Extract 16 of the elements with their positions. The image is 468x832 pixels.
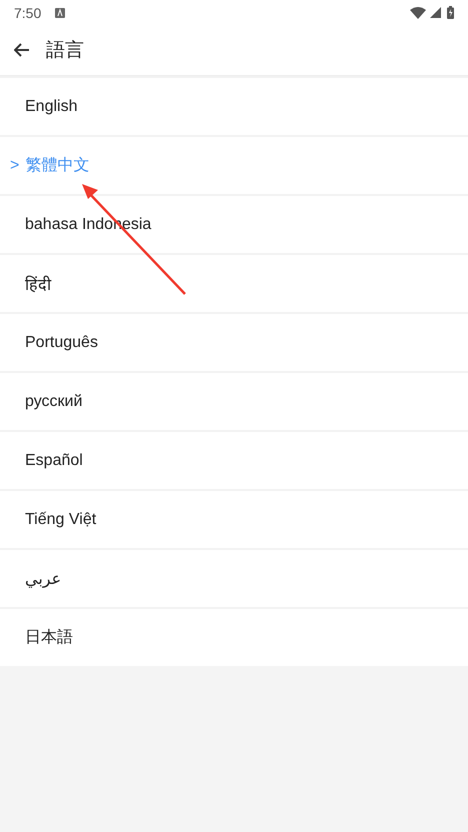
status-time: 7:50 — [14, 4, 42, 20]
language-item[interactable]: Español — [0, 430, 468, 489]
language-item[interactable]: English — [0, 76, 468, 135]
signal-icon — [430, 7, 441, 18]
back-button[interactable] — [14, 43, 30, 57]
notification-icon — [55, 8, 66, 18]
back-arrow-icon — [14, 43, 30, 57]
language-item[interactable]: عربي — [0, 548, 468, 607]
language-item[interactable]: 日本語 — [0, 607, 468, 666]
language-item[interactable]: Tiếng Việt — [0, 489, 468, 548]
language-item[interactable]: русский — [0, 371, 468, 430]
battery-icon — [447, 6, 454, 19]
wifi-icon — [410, 6, 426, 18]
language-item[interactable]: Português — [0, 312, 468, 371]
language-item[interactable]: हिंदी — [0, 253, 468, 312]
page-title: 語言 — [46, 39, 84, 63]
